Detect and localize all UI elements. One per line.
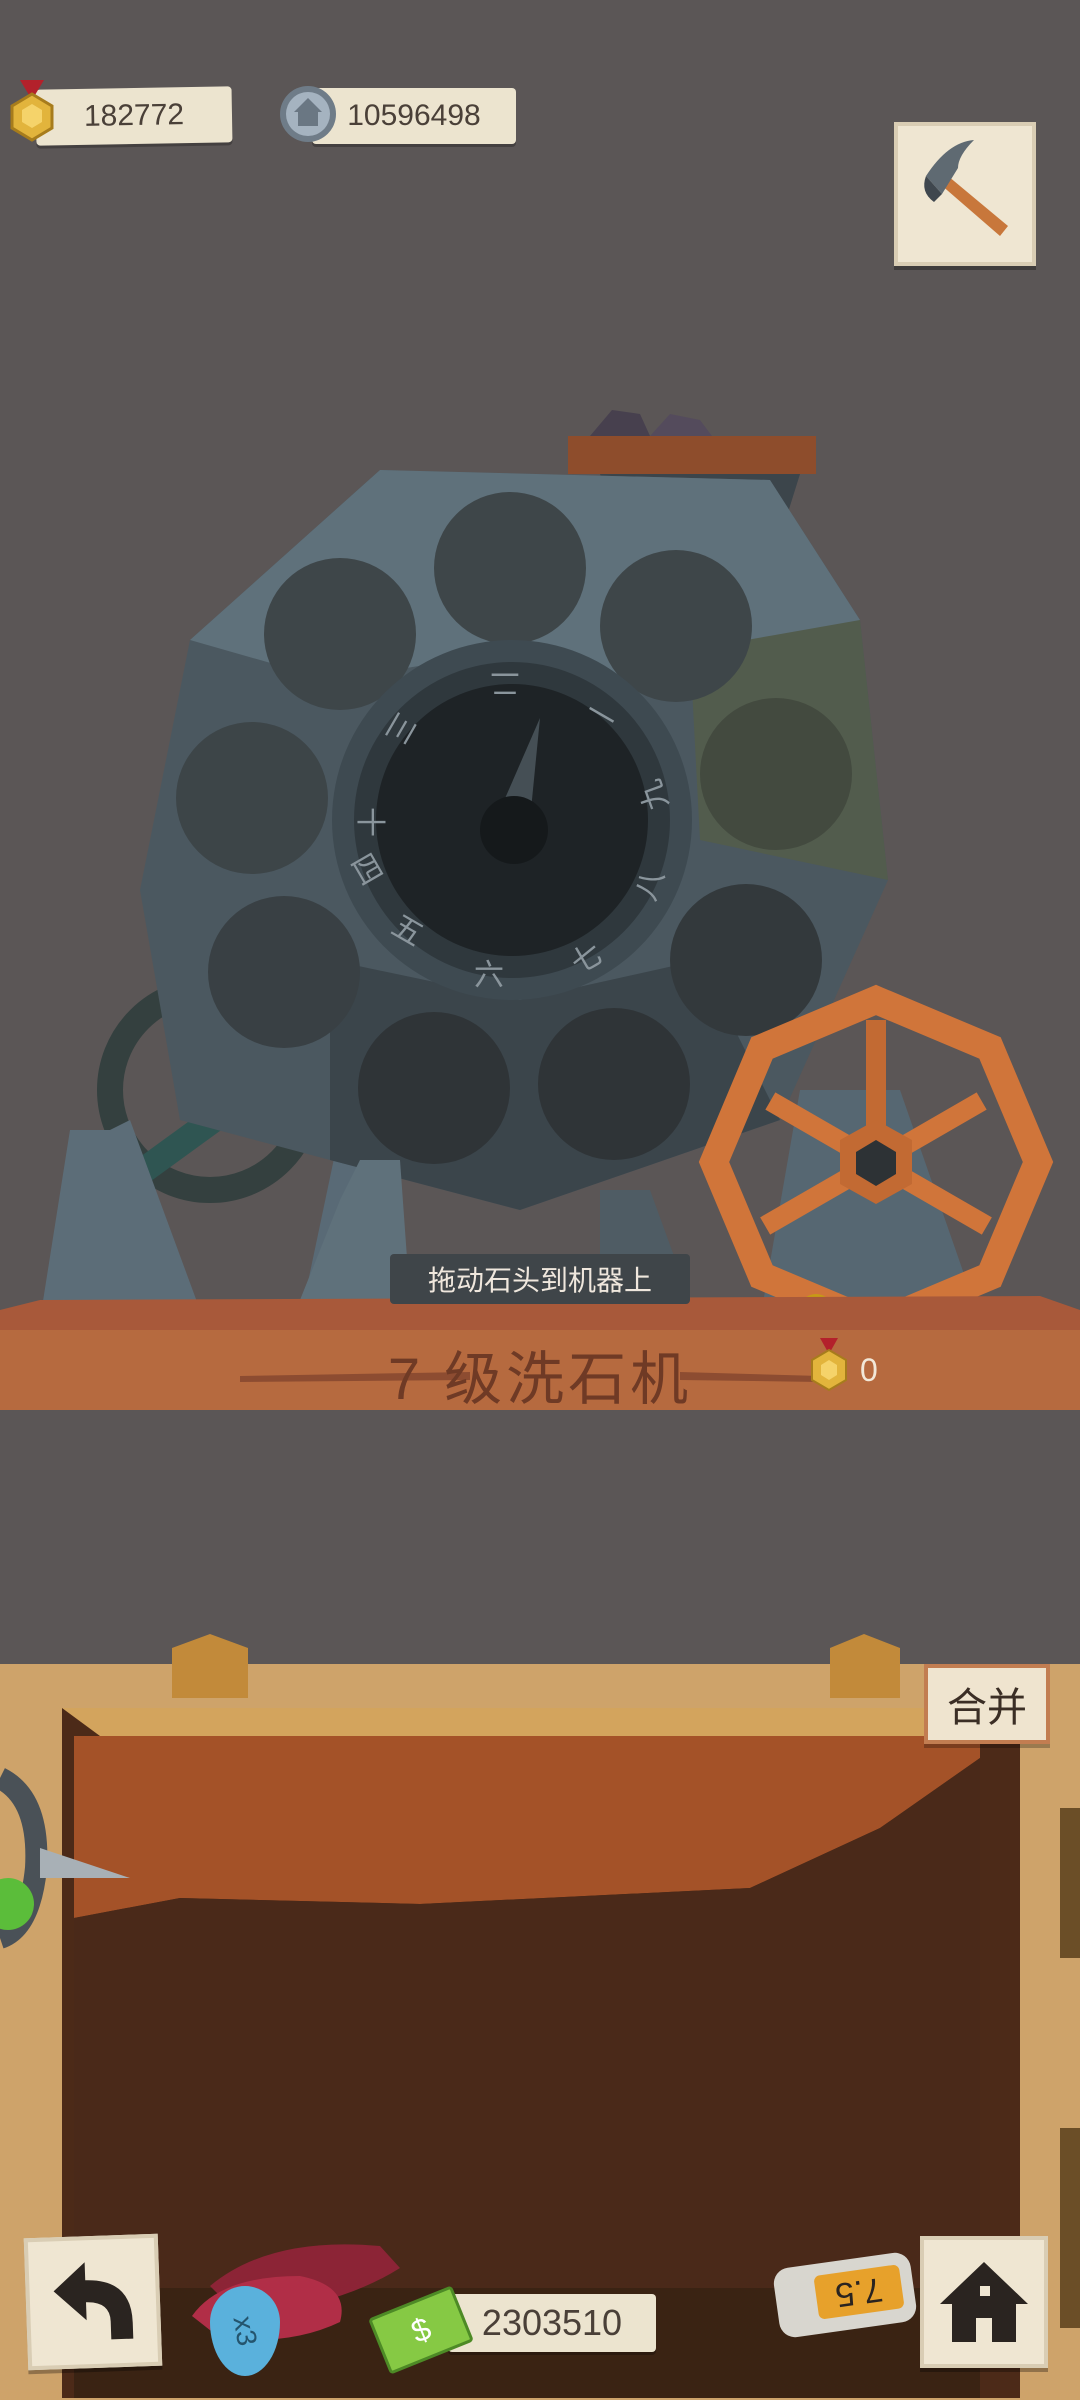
dial-char: 一 — [581, 691, 624, 735]
dial-char: 二 — [490, 666, 520, 699]
pickaxe-icon — [924, 140, 1008, 236]
home-icon — [940, 2262, 1028, 2342]
gold-medal-icon — [10, 80, 54, 142]
medal-reward: 0 — [806, 1336, 906, 1400]
drag-hint-label: 拖动石头到机器上 — [390, 1254, 690, 1304]
medal-reward-count: 0 — [860, 1352, 878, 1388]
medal-count: 182772 — [83, 98, 185, 133]
merge-button[interactable]: 合并 — [924, 1664, 1050, 1744]
cash-counter: 2303510 $ — [368, 2285, 660, 2375]
dial-char: 八 — [629, 865, 671, 905]
dial-char: 三 — [378, 707, 422, 750]
dial-char: 九 — [633, 775, 675, 815]
cash-box: 2303510 — [448, 2294, 656, 2352]
merge-button-label: 合并 — [947, 1686, 1027, 1730]
dial-char: 十 — [353, 807, 386, 837]
medal-count-box: 182772 — [35, 86, 233, 146]
dial-char: 六 — [474, 959, 504, 992]
machine-level-title: 7 级洗石机 — [387, 1347, 693, 1412]
rate-value: 7.5 — [833, 2270, 886, 2315]
dial-char: 五 — [386, 909, 429, 953]
pickaxe-tool-button[interactable] — [894, 122, 1036, 266]
medal-counter: 182772 — [10, 80, 234, 146]
gear-counter: 10596498 — [278, 86, 518, 144]
drag-hint-text: 拖动石头到机器上 — [427, 1265, 652, 1296]
gear-coin-icon — [280, 86, 336, 142]
dial-char: 七 — [565, 937, 608, 981]
back-button[interactable] — [23, 2233, 163, 2371]
cash-amount: 2303510 — [481, 2302, 623, 2343]
reward-medal-icon — [811, 1338, 847, 1392]
rate-tag: 7.5 — [771, 2250, 924, 2340]
back-arrow-icon — [53, 2262, 134, 2340]
multiplier-text: x3 — [227, 2313, 264, 2349]
dial-char: 四 — [344, 848, 388, 891]
dial-ring-labels: 十 三 二 一 九 八 七 六 五 四 — [340, 650, 684, 994]
home-button[interactable] — [920, 2236, 1048, 2368]
gear-count: 10596498 — [347, 99, 481, 132]
gear-count-box: 10596498 — [312, 88, 516, 144]
